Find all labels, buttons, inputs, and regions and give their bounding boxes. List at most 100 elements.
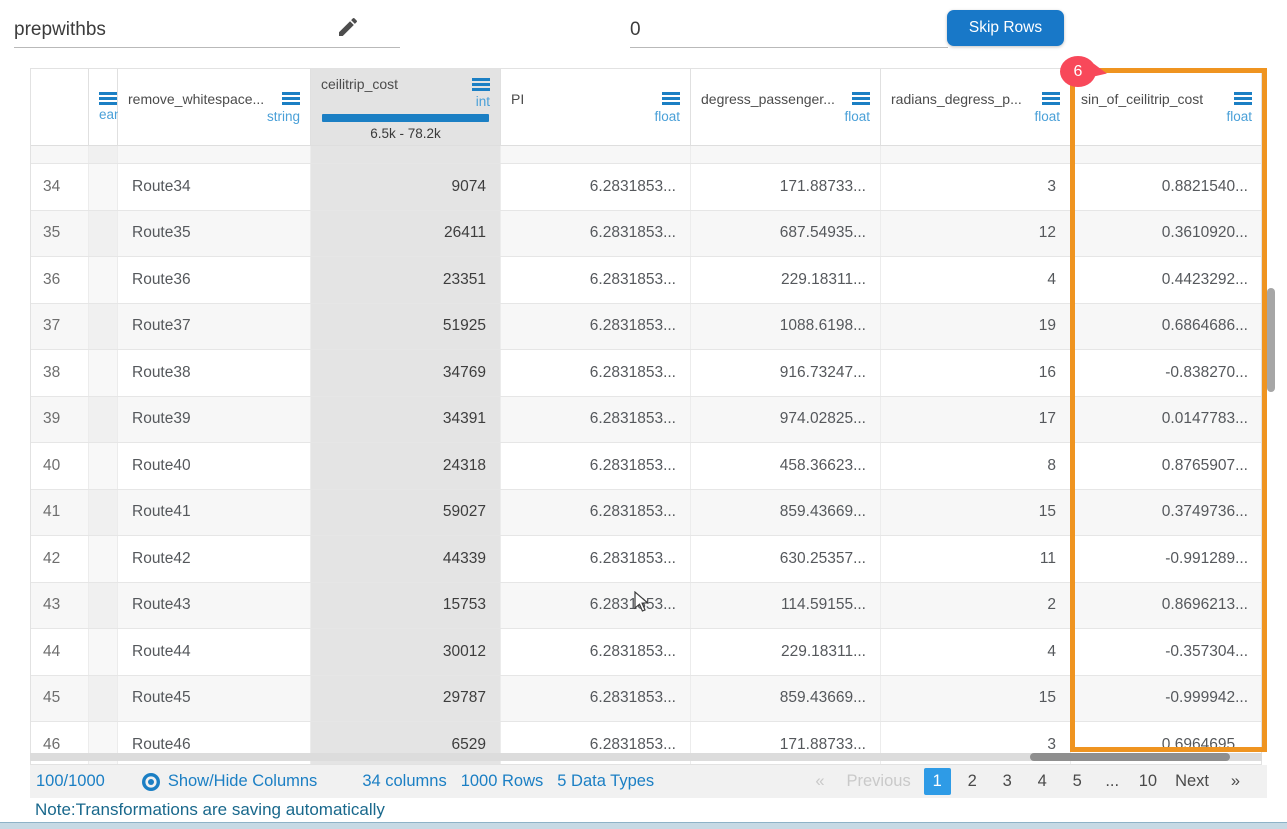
cell-sin[interactable]: 0.8696213...	[1071, 583, 1262, 629]
cell-cost[interactable]: 23351	[311, 257, 501, 303]
cell-pi[interactable]: 6.2831853...	[501, 583, 691, 629]
cell-sin[interactable]: 0.4423292...	[1071, 257, 1262, 303]
cell-rownum[interactable]: 38	[31, 350, 89, 396]
cell-sin[interactable]: 0.3610920...	[1071, 211, 1262, 257]
cell-pi[interactable]: 6.2831853...	[501, 304, 691, 350]
cell-pi[interactable]: 6.2831853...	[501, 443, 691, 489]
next-arrow[interactable]: »	[1222, 768, 1249, 795]
page-button-4[interactable]: 4	[1029, 768, 1056, 795]
show-hide-columns-button[interactable]: Show/Hide Columns	[141, 772, 317, 792]
page-button-2[interactable]: 2	[959, 768, 986, 795]
column-menu-icon[interactable]	[662, 92, 680, 105]
cell-degress[interactable]: 916.73247...	[691, 350, 881, 396]
cell-boolean[interactable]	[89, 443, 118, 489]
cell-sin[interactable]: -0.991289...	[1071, 536, 1262, 582]
column-menu-icon[interactable]	[472, 78, 490, 91]
cell-sin[interactable]: 0.0147783...	[1071, 397, 1262, 443]
cell-sin[interactable]: -0.357304...	[1071, 629, 1262, 675]
cell-route[interactable]: Route42	[118, 536, 311, 582]
cell-pi[interactable]: 6.2831853...	[501, 350, 691, 396]
cell-degress[interactable]: 1088.6198...	[691, 304, 881, 350]
cell-rownum[interactable]: 35	[31, 211, 89, 257]
cell-radians[interactable]: 15	[881, 676, 1071, 722]
cell-route[interactable]: Route37	[118, 304, 311, 350]
cell-pi[interactable]: 6.2831853...	[501, 676, 691, 722]
cell-boolean[interactable]	[89, 164, 118, 210]
cell-sin[interactable]: 0.6864686...	[1071, 304, 1262, 350]
cell-boolean[interactable]	[89, 629, 118, 675]
cell-boolean[interactable]	[89, 304, 118, 350]
cell-degress[interactable]: 114.59155...	[691, 583, 881, 629]
cell-route[interactable]: Route35	[118, 211, 311, 257]
cell-cost[interactable]: 26411	[311, 211, 501, 257]
cell-rownum[interactable]: 43	[31, 583, 89, 629]
cell-pi[interactable]: 6.2831853...	[501, 397, 691, 443]
cell-rownum[interactable]: 44	[31, 629, 89, 675]
edit-pencil-icon[interactable]	[336, 15, 360, 39]
cell-cost[interactable]: 51925	[311, 304, 501, 350]
cell-degress[interactable]: 974.02825...	[691, 397, 881, 443]
cell-route[interactable]: Route39	[118, 397, 311, 443]
cell-radians[interactable]: 15	[881, 490, 1071, 536]
cell-degress[interactable]: 229.18311...	[691, 257, 881, 303]
previous-arrow[interactable]: «	[807, 768, 834, 795]
cell-sin[interactable]: 0.3749736...	[1071, 490, 1262, 536]
cell-route[interactable]: Route36	[118, 257, 311, 303]
cell-route[interactable]: Route38	[118, 350, 311, 396]
cell-sin[interactable]: -0.838270...	[1071, 350, 1262, 396]
horizontal-scrollbar-track[interactable]	[30, 753, 1262, 761]
cell-rownum[interactable]: 42	[31, 536, 89, 582]
cell-cost[interactable]: 34769	[311, 350, 501, 396]
cell-rownum[interactable]: 39	[31, 397, 89, 443]
cell-degress[interactable]: 229.18311...	[691, 629, 881, 675]
cell-boolean[interactable]	[89, 257, 118, 303]
cell-boolean[interactable]	[89, 490, 118, 536]
page-button-10[interactable]: 10	[1134, 768, 1162, 795]
cell-rownum[interactable]: 41	[31, 490, 89, 536]
cell-rownum[interactable]: 36	[31, 257, 89, 303]
horizontal-scrollbar-thumb[interactable]	[1030, 753, 1230, 761]
cell-radians[interactable]: 4	[881, 257, 1071, 303]
visible-rows-fraction[interactable]: 100/1000	[36, 772, 105, 791]
cell-radians[interactable]: 12	[881, 211, 1071, 257]
column-menu-icon[interactable]	[852, 92, 870, 105]
cell-cost[interactable]: 34391	[311, 397, 501, 443]
cell-radians[interactable]: 2	[881, 583, 1071, 629]
previous-button[interactable]: Previous	[842, 768, 916, 795]
column-menu-icon[interactable]	[1234, 92, 1252, 105]
cell-pi[interactable]: 6.2831853...	[501, 211, 691, 257]
cell-boolean[interactable]	[89, 350, 118, 396]
column-menu-icon[interactable]	[282, 92, 300, 105]
cell-degress[interactable]: 458.36623...	[691, 443, 881, 489]
cell-radians[interactable]: 3	[881, 164, 1071, 210]
cell-sin[interactable]: 0.8821540...	[1071, 164, 1262, 210]
cell-cost[interactable]: 30012	[311, 629, 501, 675]
cell-cost[interactable]: 44339	[311, 536, 501, 582]
cell-degress[interactable]: 630.25357...	[691, 536, 881, 582]
cell-rownum[interactable]: 34	[31, 164, 89, 210]
cell-cost[interactable]: 59027	[311, 490, 501, 536]
cell-radians[interactable]: 16	[881, 350, 1071, 396]
cell-pi[interactable]: 6.2831853...	[501, 164, 691, 210]
cell-sin[interactable]: 0.8765907...	[1071, 443, 1262, 489]
cell-boolean[interactable]	[89, 397, 118, 443]
cell-radians[interactable]: 17	[881, 397, 1071, 443]
cell-degress[interactable]: 171.88733...	[691, 164, 881, 210]
cell-cost[interactable]: 9074	[311, 164, 501, 210]
cell-boolean[interactable]	[89, 676, 118, 722]
skip-rows-button[interactable]: Skip Rows	[947, 10, 1064, 46]
cell-route[interactable]: Route44	[118, 629, 311, 675]
cell-sin[interactable]: -0.999942...	[1071, 676, 1262, 722]
cell-radians[interactable]: 8	[881, 443, 1071, 489]
cell-route[interactable]: Route40	[118, 443, 311, 489]
cell-rownum[interactable]: 37	[31, 304, 89, 350]
cell-pi[interactable]: 6.2831853...	[501, 490, 691, 536]
cell-radians[interactable]: 11	[881, 536, 1071, 582]
cell-degress[interactable]: 687.54935...	[691, 211, 881, 257]
cell-pi[interactable]: 6.2831853...	[501, 257, 691, 303]
cell-boolean[interactable]	[89, 583, 118, 629]
page-button-5[interactable]: 5	[1064, 768, 1091, 795]
cell-rownum[interactable]: 45	[31, 676, 89, 722]
cell-rownum[interactable]: 40	[31, 443, 89, 489]
cell-cost[interactable]: 24318	[311, 443, 501, 489]
